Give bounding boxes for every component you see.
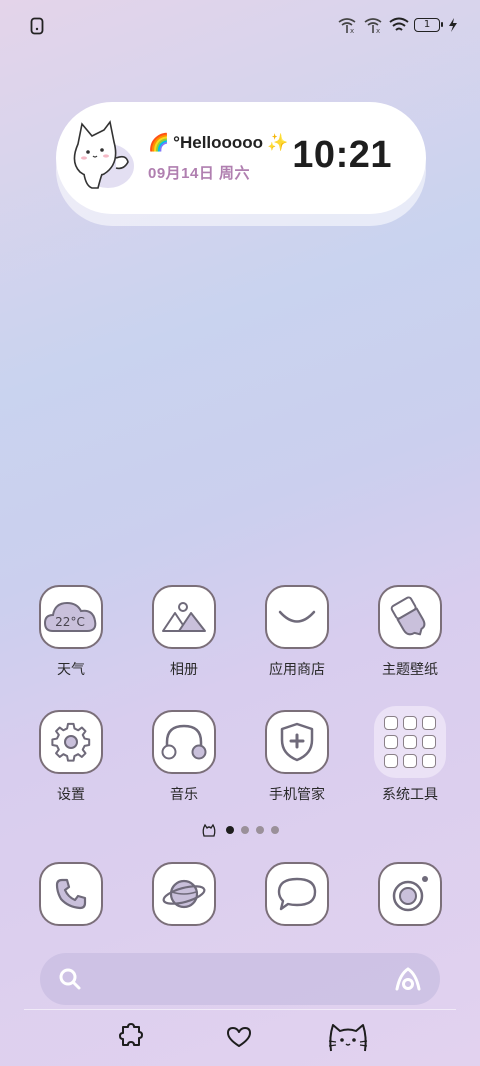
puzzle-icon bbox=[119, 1023, 143, 1046]
assistant-a-icon[interactable] bbox=[394, 966, 422, 996]
svg-text:x: x bbox=[350, 27, 354, 34]
app-phone-manager[interactable]: 手机管家 bbox=[249, 710, 345, 804]
phone-icon bbox=[55, 878, 87, 910]
folder-mini-app-icon bbox=[403, 735, 417, 749]
app-store-smile-icon bbox=[265, 585, 329, 649]
folder-mini-app-icon bbox=[403, 716, 417, 730]
app-label: 音乐 bbox=[170, 787, 198, 803]
signal-none-icon: x bbox=[338, 18, 356, 34]
folder-mini-app-icon bbox=[384, 716, 398, 730]
app-label: 设置 bbox=[57, 787, 85, 803]
phone-notch-icon bbox=[30, 17, 44, 39]
heart-icon bbox=[227, 1027, 251, 1047]
cat-face-icon bbox=[328, 1024, 368, 1052]
planet-icon bbox=[162, 879, 206, 909]
camera-icon bbox=[392, 876, 428, 912]
app-music[interactable]: 音乐 bbox=[136, 710, 232, 804]
wifi-icon bbox=[389, 17, 409, 31]
folder-mini-app-icon bbox=[384, 735, 398, 749]
theme-brush-icon bbox=[378, 585, 442, 649]
rainbow-emoji: 🌈 bbox=[148, 133, 170, 152]
gallery-mountain-icon bbox=[152, 585, 216, 649]
folder-icon bbox=[374, 706, 446, 778]
app-settings[interactable]: 设置 bbox=[23, 710, 119, 804]
widget-time: 10:21 bbox=[292, 134, 392, 176]
widget-greeting: 🌈 °Hellooooo ✨ bbox=[148, 133, 288, 153]
app-theme-wallpaper[interactable]: 主题壁纸 bbox=[362, 585, 458, 679]
battery-icon: 1 bbox=[414, 18, 443, 32]
widget-date: 09月14日 周六 bbox=[148, 165, 251, 182]
cat-illustration-icon bbox=[73, 120, 134, 189]
greeting-text: °Hellooooo bbox=[173, 133, 264, 152]
dock-messages[interactable] bbox=[265, 862, 329, 926]
app-label: 应用商店 bbox=[269, 662, 325, 678]
dock-camera[interactable] bbox=[378, 862, 442, 926]
page-indicator[interactable] bbox=[0, 822, 480, 838]
battery-level: 1 bbox=[423, 19, 431, 30]
page-dot[interactable] bbox=[241, 826, 249, 834]
status-icons: x x 1 bbox=[336, 16, 458, 34]
headphones-icon bbox=[152, 710, 216, 774]
weather-temp: 22°C bbox=[55, 615, 85, 629]
signal-none-icon: x bbox=[364, 18, 382, 34]
folder-mini-app-icon bbox=[403, 754, 417, 768]
folder-system-tools[interactable]: 系统工具 bbox=[362, 706, 458, 804]
app-label: 相册 bbox=[170, 662, 198, 678]
app-label: 主题壁纸 bbox=[382, 662, 438, 678]
status-bar: x x 1 bbox=[0, 0, 480, 50]
chat-bubble-icon bbox=[277, 877, 317, 911]
nav-puzzle[interactable] bbox=[111, 1020, 151, 1054]
search-bar[interactable] bbox=[40, 953, 440, 1005]
svg-text:x: x bbox=[376, 27, 380, 34]
nav-cat[interactable] bbox=[326, 1020, 370, 1054]
folder-mini-app-icon bbox=[422, 716, 436, 730]
gear-icon bbox=[39, 710, 103, 774]
app-label: 天气 bbox=[57, 662, 85, 678]
app-label: 系统工具 bbox=[382, 787, 438, 803]
search-icon[interactable] bbox=[58, 967, 82, 995]
page-dot[interactable] bbox=[256, 826, 264, 834]
home-screen-cat-icon bbox=[202, 823, 216, 837]
shield-plus-icon bbox=[265, 710, 329, 774]
nav-heart[interactable] bbox=[219, 1020, 259, 1054]
app-label: 手机管家 bbox=[269, 787, 325, 803]
app-gallery[interactable]: 相册 bbox=[136, 585, 232, 679]
nav-divider bbox=[24, 1009, 456, 1010]
folder-mini-app-icon bbox=[422, 735, 436, 749]
clock-widget[interactable]: 🌈 °Hellooooo ✨ 09月14日 周六 10:21 bbox=[56, 102, 426, 214]
app-weather[interactable]: 22°C 天气 bbox=[23, 585, 119, 679]
weather-cloud-icon: 22°C bbox=[39, 585, 103, 649]
folder-mini-app-icon bbox=[422, 754, 436, 768]
sparkles-emoji: ✨ bbox=[267, 133, 289, 152]
app-store[interactable]: 应用商店 bbox=[249, 585, 345, 679]
dock-phone[interactable] bbox=[39, 862, 103, 926]
charging-bolt-icon bbox=[449, 18, 457, 32]
page-dot[interactable] bbox=[271, 826, 279, 834]
folder-mini-app-icon bbox=[384, 754, 398, 768]
page-dot[interactable] bbox=[226, 826, 234, 834]
dock-browser[interactable] bbox=[152, 862, 216, 926]
